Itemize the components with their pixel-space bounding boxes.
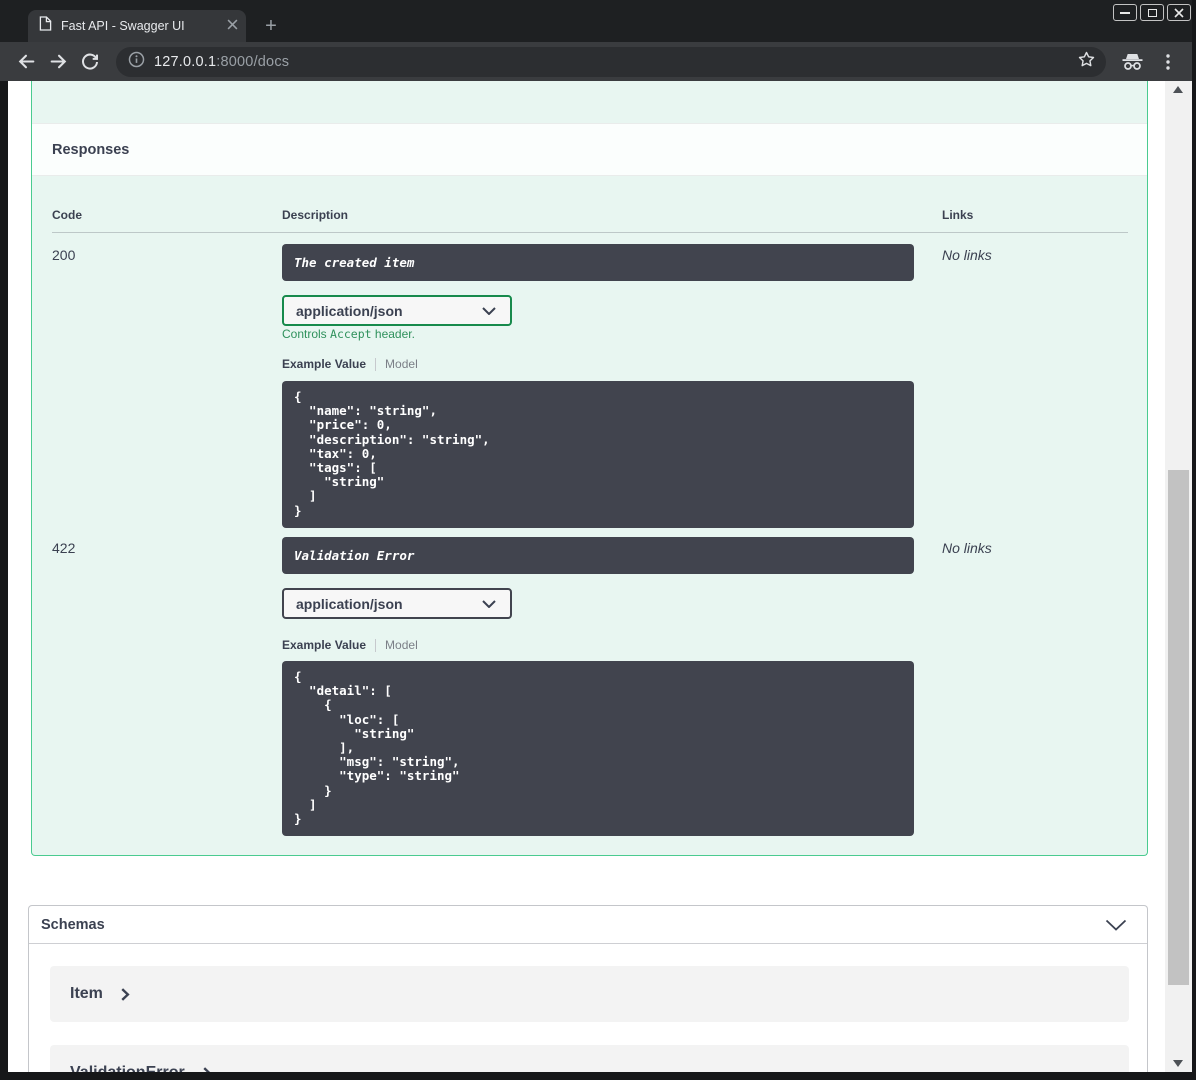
back-arrow-icon [18,54,34,69]
response-links-422: No links [942,540,992,556]
document-favicon-icon [39,16,52,36]
reload-button[interactable] [79,51,101,73]
tab-model[interactable]: Model [385,638,418,652]
schemas-header[interactable]: Schemas [29,906,1147,944]
scrollbar-thumb[interactable] [1168,470,1189,985]
kebab-menu-icon [1166,53,1170,70]
column-header-description: Description [282,208,349,222]
response-description-422: Validation Error [282,537,914,574]
schema-name: ValidationError [70,1064,185,1072]
schema-validationerror-row[interactable]: ValidationError [50,1045,1129,1072]
chevron-down-icon [482,599,496,608]
minimize-icon [1120,11,1130,14]
url-host: 127.0.0.1 [154,53,217,70]
schema-name: Item [70,985,103,1002]
url-bar[interactable]: 127.0.0.1:8000/docs [116,46,1106,77]
response-description-200: The created item [282,244,914,281]
close-button[interactable] [1167,4,1191,21]
responses-opblock: Responses Code Description Links 200 No … [31,81,1148,856]
responses-section-header: Responses [32,123,1147,176]
chevron-right-icon[interactable] [121,987,130,1001]
url-text: 127.0.0.1:8000/docs [154,54,289,70]
column-header-links: Links [942,208,974,222]
scrollbar[interactable] [1165,81,1192,1072]
table-header-divider [52,232,1128,233]
new-tab-button[interactable]: + [258,13,284,39]
chevron-down-icon [482,306,496,315]
controls-accept-note: Controls Accept header. [282,327,415,341]
url-path: :8000/docs [216,53,290,70]
forward-arrow-icon [50,54,66,69]
window-controls [1113,4,1191,21]
tab-divider [375,638,377,652]
response-links-200: No links [942,247,992,263]
tab-divider [375,357,377,371]
window-right-border [1192,0,1196,1080]
example-json-200: { "name": "string", "price": 0, "descrip… [282,381,914,528]
tab-close-icon[interactable] [227,17,238,35]
star-icon [1078,51,1095,66]
schema-item-row[interactable]: Item [50,966,1129,1022]
scroll-up-arrow-icon[interactable] [1173,86,1183,93]
response-code-422: 422 [52,540,76,556]
example-model-tabs-422: Example Value Model [282,638,418,652]
incognito-icon [1122,53,1142,70]
maximize-button[interactable] [1140,4,1164,21]
browser-tab[interactable]: Fast API - Swagger UI [28,10,246,42]
site-info-icon[interactable] [128,51,145,73]
incognito-profile-button[interactable] [1118,48,1146,76]
response-code-200: 200 [52,247,76,263]
media-type-select-422[interactable]: application/json [282,588,512,619]
tab-example-value[interactable]: Example Value [282,357,366,371]
chevron-down-icon[interactable] [1105,918,1127,936]
window-bottom-border [0,1072,1196,1080]
browser-window: Fast API - Swagger UI + 127.0.0.1:8000/d… [0,0,1196,1080]
example-json-422: { "detail": [ { "loc": [ "string" ], "ms… [282,661,914,836]
back-button[interactable] [15,51,37,73]
column-header-code: Code [52,208,82,222]
close-icon [1174,7,1184,18]
browser-toolbar: 127.0.0.1:8000/docs [0,42,1196,81]
tab-title: Fast API - Swagger UI [61,19,185,33]
bookmark-star-button[interactable] [1077,50,1096,74]
forward-button[interactable] [47,51,69,73]
maximize-icon [1147,8,1157,17]
tab-model[interactable]: Model [385,357,418,371]
example-model-tabs-200: Example Value Model [282,357,418,371]
media-type-select-200[interactable]: application/json [282,295,512,326]
responses-title: Responses [52,141,130,158]
schemas-section: Schemas Item ValidationError [28,905,1148,1072]
browser-menu-button[interactable] [1154,48,1182,76]
minimize-button[interactable] [1113,4,1137,21]
tab-strip: Fast API - Swagger UI + [0,0,1196,42]
tab-example-value[interactable]: Example Value [282,638,366,652]
reload-icon [82,53,98,70]
page-content: Responses Code Description Links 200 No … [8,81,1165,1072]
scroll-down-arrow-icon[interactable] [1173,1060,1183,1067]
schemas-title: Schemas [41,916,105,933]
